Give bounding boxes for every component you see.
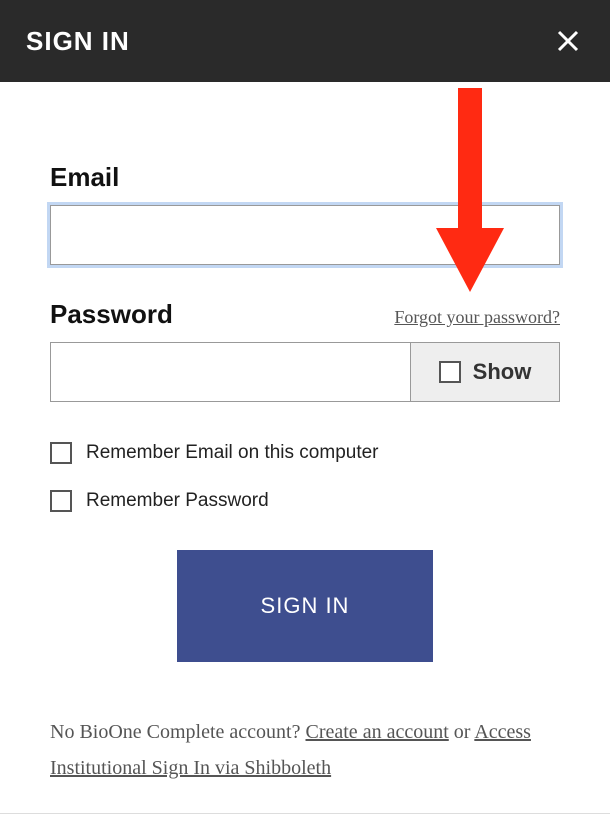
password-label: Password	[50, 299, 173, 330]
remember-options: Remember Email on this computer Remember…	[50, 442, 560, 512]
remember-password-label: Remember Password	[86, 490, 269, 512]
password-label-row: Password Forgot your password?	[50, 299, 560, 330]
show-password-toggle[interactable]: Show	[410, 342, 560, 402]
forgot-password-link[interactable]: Forgot your password?	[394, 307, 560, 328]
remember-password-row[interactable]: Remember Password	[50, 490, 560, 512]
password-field-group: Password Forgot your password? Show	[50, 299, 560, 402]
email-label: Email	[50, 162, 119, 193]
email-field-group: Email	[50, 162, 560, 265]
close-button[interactable]	[552, 25, 584, 57]
create-account-link[interactable]: Create an account	[306, 721, 449, 743]
remember-email-label: Remember Email on this computer	[86, 442, 379, 464]
remember-password-checkbox[interactable]	[50, 490, 72, 512]
remember-email-row[interactable]: Remember Email on this computer	[50, 442, 560, 464]
modal-title: SIGN IN	[26, 26, 130, 57]
password-input-row: Show	[50, 342, 560, 402]
show-password-label: Show	[473, 359, 532, 385]
show-password-checkbox[interactable]	[439, 361, 461, 383]
footer-text: No BioOne Complete account? Create an ac…	[50, 714, 560, 786]
modal-header: SIGN IN	[0, 0, 610, 82]
signin-button[interactable]: SIGN IN	[177, 550, 433, 662]
or-text: or	[449, 721, 475, 743]
close-icon	[556, 29, 580, 53]
email-label-row: Email	[50, 162, 560, 193]
signin-form: Email Password Forgot your password? Sho…	[0, 82, 610, 786]
email-input[interactable]	[50, 205, 560, 265]
no-account-prefix: No BioOne Complete account?	[50, 721, 306, 743]
password-input[interactable]	[50, 342, 410, 402]
remember-email-checkbox[interactable]	[50, 442, 72, 464]
